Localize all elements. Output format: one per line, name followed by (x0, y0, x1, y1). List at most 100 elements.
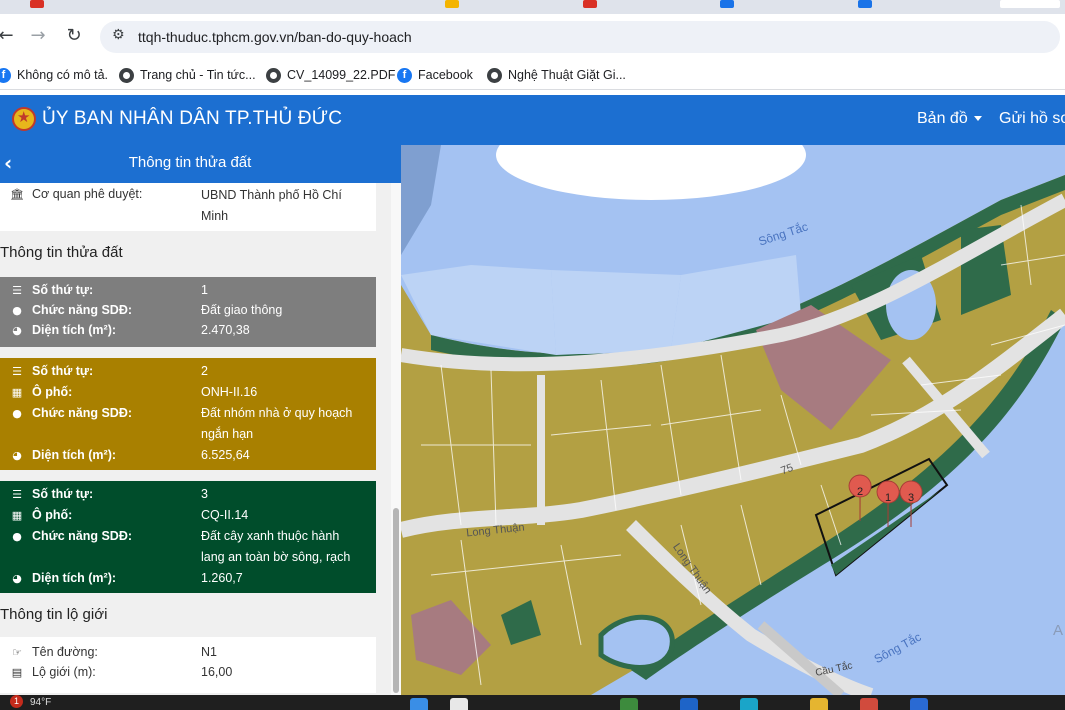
app-icon[interactable] (910, 698, 928, 710)
approval-value: UBND Thành phố Hồ Chí Minh (201, 188, 342, 223)
os-taskbar: 1 94°F (0, 695, 1065, 710)
approval-label: Cơ quan phê duyệt: (32, 187, 143, 201)
field-value: ONH-II.16 (201, 385, 258, 399)
field-label: Diện tích (m²): (32, 448, 117, 462)
menu-map-label: Bản đồ (917, 110, 968, 127)
field-label: Ô phố: (32, 508, 73, 522)
field-value: Đất cây xanh thuộc hành lang an toàn bờ … (201, 529, 351, 564)
globe-icon (119, 67, 134, 83)
menu-submit-label: Gửi hồ sơ (999, 110, 1065, 127)
parcel-card-2[interactable]: ☰ Số thứ tự: 2 ▦ Ô phố: ONH-II.16 ● Chức năng… (0, 358, 376, 470)
water-lot (551, 270, 681, 355)
map-canvas[interactable]: Sông Tắc Sông Tắc Long Thuận Long Thuận … (401, 145, 1065, 695)
tab-favicon[interactable] (445, 0, 459, 8)
weather-temperature[interactable]: 94°F (30, 697, 51, 708)
back-arrow-icon[interactable]: ← (0, 24, 18, 48)
tab-favicon[interactable] (858, 0, 872, 8)
site-info-icon[interactable]: ⚙ (112, 27, 125, 43)
field-label: Chức năng SDĐ: (32, 529, 133, 543)
pie-chart-icon: ◕ (12, 571, 22, 585)
edge-label: A (1053, 622, 1063, 639)
panel-scrollbar[interactable] (391, 183, 401, 695)
notification-badge[interactable]: 1 (10, 695, 23, 708)
field-value: 16,00 (201, 665, 233, 679)
boundary-section-title: Thông tin lộ giới (0, 606, 108, 623)
address-bar-row: ← → ↻ ⚙ ttqh-thuduc.tphcm.gov.vn/ban-do-… (0, 14, 1065, 60)
bookmark-item[interactable]: f Facebook (397, 66, 473, 84)
boundary-card: ☞ Tên đường: N1 ▤ Lộ giới (m): 16,00 (0, 637, 376, 693)
globe-icon (266, 67, 281, 83)
bookmark-label: Nghệ Thuật Giặt Gi... (508, 68, 626, 82)
marker-number: 1 (885, 492, 891, 504)
bookmarks-bar: f Không có mô tả. Trang chủ - Tin tức...… (0, 60, 1065, 90)
app-title[interactable]: ỦY BAN NHÂN DÂN TP.THỦ ĐỨC (42, 108, 342, 130)
bookmark-label: Trang chủ - Tin tức... (140, 68, 256, 82)
bookmark-item[interactable]: Trang chủ - Tin tức... (119, 66, 256, 84)
tab-favicon[interactable] (583, 0, 597, 8)
field-label: Số thứ tự: (32, 364, 94, 378)
field-value: Đất giao thông (201, 303, 283, 317)
field-label: Tên đường: (32, 645, 98, 659)
grid-icon: ▦ (11, 385, 23, 399)
tab-favicon[interactable] (720, 0, 734, 8)
parcel-section-title: Thông tin thửa đất (0, 244, 123, 261)
panel-header: ‹ Thông tin thửa đất (0, 145, 401, 183)
folder-icon[interactable] (810, 698, 828, 710)
scrollbar-thumb[interactable] (393, 508, 399, 693)
bookmark-label: CV_14099_22.PDF (287, 68, 396, 82)
app-icon[interactable] (740, 698, 758, 710)
search-icon[interactable] (450, 698, 468, 710)
field-value: 2 (201, 364, 208, 378)
pie-chart-icon: ◕ (12, 323, 22, 337)
approval-label-wrap: 🏛 Cơ quan phê duyệt: (10, 187, 142, 201)
parcel-card-1[interactable]: ☰ Số thứ tự: 1 ● Chức năng SDĐ: Đất giao thô… (0, 277, 376, 347)
forward-arrow-icon[interactable]: → (26, 24, 50, 48)
pond (598, 614, 675, 670)
field-value: 6.525,64 (201, 448, 250, 462)
parcel-card-3[interactable]: ☰ Số thứ tự: 3 ▦ Ô phố: CQ-II.14 ● Chức năng … (0, 481, 376, 593)
field-value: CQ-II.14 (201, 508, 249, 522)
bookmark-item[interactable]: f Không có mô tả. (0, 66, 108, 84)
bookmark-item[interactable]: CV_14099_22.PDF (266, 66, 395, 84)
globe-icon: ● (12, 406, 22, 420)
globe-icon (487, 67, 502, 83)
marker-number: 2 (857, 486, 863, 498)
menu-map-dropdown[interactable]: Bản đồ (917, 110, 982, 128)
menu-submit-docs[interactable]: Gửi hồ sơ (999, 110, 1065, 128)
field-label: Chức năng SDĐ: (32, 303, 133, 317)
tab-favicon[interactable] (30, 0, 44, 8)
field-value: 1 (201, 283, 208, 297)
field-value: 1.260,7 (201, 571, 243, 585)
panel-title: Thông tin thửa đất (128, 154, 252, 171)
bookmark-label: Facebook (418, 68, 473, 82)
field-label: Diện tích (m²): (32, 323, 117, 337)
reload-icon[interactable]: ↻ (62, 24, 86, 48)
omnibox[interactable]: ⚙ ttqh-thuduc.tphcm.gov.vn/ban-do-quy-ho… (100, 21, 1060, 53)
bookmark-item[interactable]: Nghệ Thuật Giặt Gi... (487, 66, 626, 84)
active-tab[interactable] (1000, 0, 1060, 8)
browser-icon[interactable] (860, 698, 878, 710)
marker-number: 3 (908, 492, 914, 504)
chevron-down-icon (973, 116, 982, 122)
url-text[interactable]: ttqh-thuduc.tphcm.gov.vn/ban-do-quy-hoac… (138, 29, 412, 45)
field-label: Ô phố: (32, 385, 73, 399)
field-label: Diện tích (m²): (32, 571, 117, 585)
field-label: Chức năng SDĐ: (32, 406, 133, 420)
app-icon[interactable] (620, 698, 638, 710)
field-value: N1 (201, 645, 217, 659)
start-icon[interactable] (410, 698, 428, 710)
planning-map[interactable]: Sông Tắc Sông Tắc Long Thuận Long Thuận … (401, 145, 1065, 695)
facebook-icon: f (0, 67, 11, 83)
app-header: ỦY BAN NHÂN DÂN TP.THỦ ĐỨC Bản đồ Gửi hồ… (0, 95, 1065, 145)
list-icon: ☰ (12, 283, 22, 297)
list-icon: ☰ (12, 487, 22, 501)
hand-pointer-icon: ☞ (12, 645, 22, 659)
grid-icon: ▦ (11, 508, 23, 522)
field-value: 2.470,38 (201, 323, 250, 337)
globe-icon: ● (12, 529, 22, 543)
field-label: Số thứ tự: (32, 487, 94, 501)
app-icon[interactable] (680, 698, 698, 710)
globe-icon: ● (12, 303, 22, 317)
bookmark-label: Không có mô tả. (17, 68, 109, 82)
institution-icon: 🏛 (10, 187, 24, 201)
